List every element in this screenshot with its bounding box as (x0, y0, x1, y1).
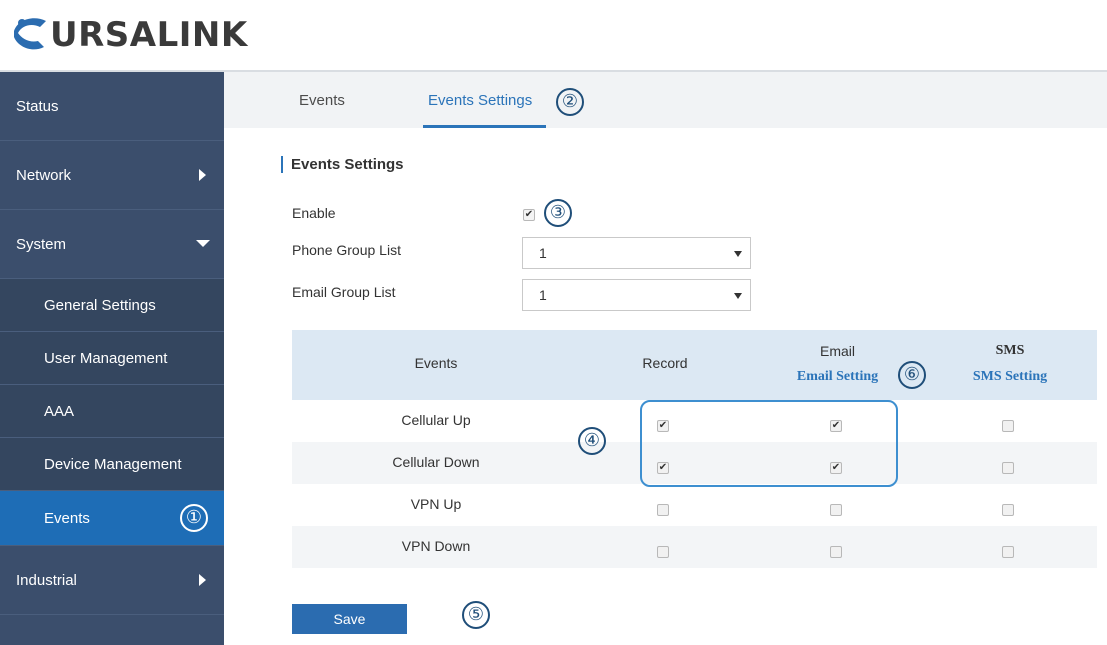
sidebar-item-industrial[interactable]: Industrial (0, 546, 224, 615)
annotation-badge-1: ① (180, 504, 208, 532)
event-name: VPN Up (410, 496, 462, 512)
sidebar-item-user-management[interactable]: User Management (0, 332, 224, 385)
annotation-badge-6: ⑥ (898, 361, 926, 389)
event-name: Cellular Up (401, 412, 471, 428)
phone-group-label: Phone Group List (292, 242, 401, 258)
logo-text: URSALINK (50, 15, 248, 55)
sidebar-item-label: General Settings (44, 296, 156, 314)
event-name: VPN Down (401, 538, 471, 554)
phone-group-select[interactable]: 1 (522, 237, 751, 269)
email-group-value: 1 (539, 287, 547, 303)
record-checkbox[interactable] (657, 504, 669, 516)
event-name: Cellular Down (392, 454, 480, 470)
sidebar-item-aaa[interactable]: AAA (0, 385, 224, 438)
sidebar-item-label: System (16, 235, 67, 253)
sidebar-item-network[interactable]: Network (0, 141, 224, 210)
column-header-events: Events (414, 355, 458, 371)
chevron-right-icon (199, 169, 206, 181)
annotation-badge-3: ③ (544, 199, 572, 227)
enable-label: Enable (292, 205, 336, 221)
save-button[interactable]: Save (292, 604, 407, 634)
sms-setting-link[interactable]: SMS Setting (955, 369, 1065, 385)
sidebar-item-events[interactable]: Events ① (0, 491, 224, 546)
tab-events[interactable]: Events (299, 92, 345, 109)
tab-events-settings[interactable]: Events Settings (428, 92, 532, 109)
phone-group-value: 1 (539, 245, 547, 261)
record-checkbox[interactable] (657, 546, 669, 558)
tab-bar (224, 72, 1107, 128)
table-row: VPN Down (292, 526, 1097, 568)
sidebar-item-label: User Management (44, 349, 168, 367)
section-title: Events Settings (281, 156, 404, 173)
active-tab-indicator (423, 125, 546, 128)
sidebar-item-label: Industrial (16, 571, 77, 589)
sms-checkbox[interactable] (1002, 462, 1014, 474)
sms-checkbox[interactable] (1002, 504, 1014, 516)
sidebar-item-device-management[interactable]: Device Management (0, 438, 224, 491)
sms-checkbox[interactable] (1002, 420, 1014, 432)
dropdown-arrow-icon (734, 293, 742, 299)
annotation-badge-2: ② (556, 88, 584, 116)
sidebar: Status Network System General Settings U… (0, 72, 224, 645)
annotation-badge-5: ⑤ (462, 601, 490, 629)
sidebar-item-general-settings[interactable]: General Settings (0, 279, 224, 332)
enable-checkbox[interactable]: ✔ (523, 209, 535, 221)
chevron-down-icon (196, 240, 210, 247)
email-checkbox[interactable] (830, 546, 842, 558)
sidebar-item-status[interactable]: Status (0, 72, 224, 141)
sidebar-item-label: Events (44, 509, 90, 527)
sidebar-item-label: Network (16, 166, 72, 184)
sidebar-item-label: Status (16, 97, 59, 115)
sms-checkbox[interactable] (1002, 546, 1014, 558)
sidebar-item-system[interactable]: System (0, 210, 224, 279)
email-setting-link[interactable]: Email Setting (780, 369, 895, 385)
ursalink-logo-mark-icon (14, 18, 46, 50)
callout-bracket (640, 400, 898, 487)
dropdown-arrow-icon (734, 251, 742, 257)
email-group-label: Email Group List (292, 284, 396, 300)
column-header-record: Record (642, 355, 688, 371)
column-header-email: Email (819, 343, 855, 359)
annotation-badge-4: ④ (578, 427, 606, 455)
email-checkbox[interactable] (830, 504, 842, 516)
table-row: VPN Up (292, 484, 1097, 526)
chevron-right-icon (199, 574, 206, 586)
email-group-select[interactable]: 1 (522, 279, 751, 311)
sidebar-item-label: AAA (44, 402, 75, 420)
sidebar-item-label: Device Management (44, 455, 182, 473)
column-header-sms: SMS (995, 343, 1025, 358)
brand-logo: URSALINK (8, 6, 248, 64)
